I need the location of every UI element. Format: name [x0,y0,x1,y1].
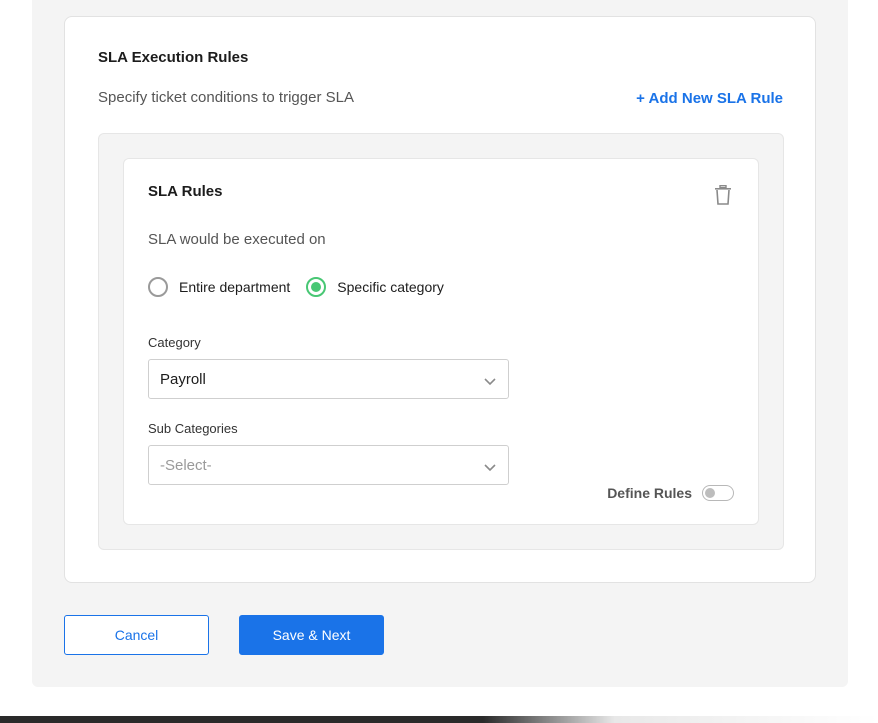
save-next-button[interactable]: Save & Next [239,615,384,655]
add-new-sla-rule-link[interactable]: + Add New SLA Rule [636,90,783,107]
define-rules-label: Define Rules [607,485,692,501]
window-bottom-edge [0,716,878,723]
sla-execution-rules-card: SLA Execution Rules Specify ticket condi… [64,16,816,583]
chevron-down-icon [484,374,496,386]
scope-radio-group: Entire department Specific category [148,277,460,297]
sub-categories-label: Sub Categories [148,421,238,436]
cancel-button[interactable]: Cancel [64,615,209,655]
radio-label-entire-department: Entire department [179,279,291,295]
chevron-down-icon [484,460,496,472]
radio-label-specific-category: Specific category [337,279,444,295]
radio-specific-category[interactable]: Specific category [306,277,444,297]
radio-circle-entire-department[interactable] [148,277,168,297]
trash-icon[interactable] [714,184,732,205]
executed-on-label: SLA would be executed on [148,231,326,248]
category-select[interactable]: Payroll [148,359,509,399]
define-rules-row: Define Rules [607,485,734,501]
rule-title: SLA Rules [148,183,223,200]
category-select-value: Payroll [160,371,206,388]
sla-rule-card: SLA Rules SLA would be executed on Entir… [123,158,759,525]
section-subtitle: Specify ticket conditions to trigger SLA [98,89,354,106]
rules-container: SLA Rules SLA would be executed on Entir… [98,133,784,550]
sub-categories-placeholder: -Select- [160,457,212,474]
toggle-knob [705,488,715,498]
category-label: Category [148,335,201,350]
sub-categories-select[interactable]: -Select- [148,445,509,485]
define-rules-toggle[interactable] [702,485,734,501]
radio-entire-department[interactable]: Entire department [148,277,290,297]
radio-circle-specific-category[interactable] [306,277,327,297]
section-title: SLA Execution Rules [98,49,249,66]
